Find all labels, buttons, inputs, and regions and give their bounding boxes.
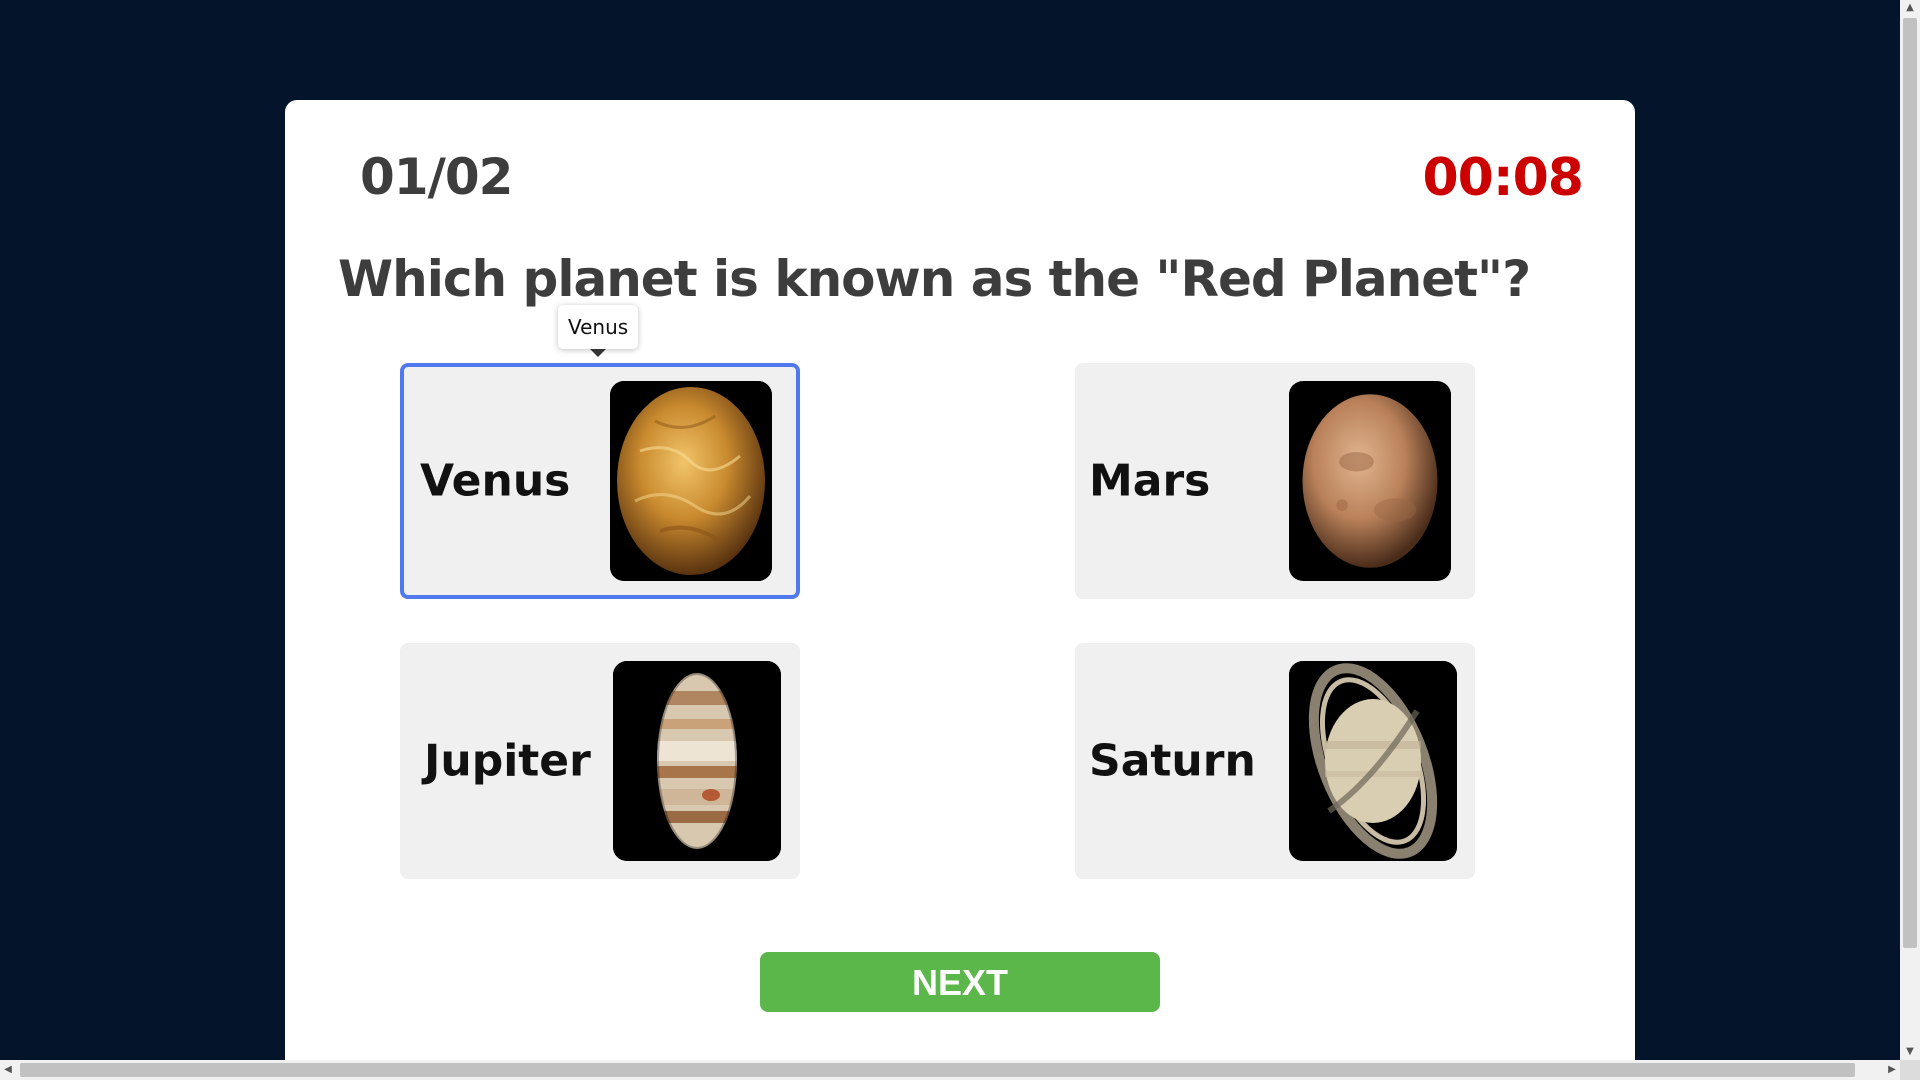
mars-planet-image bbox=[1289, 381, 1451, 581]
venus-planet-image bbox=[610, 381, 772, 581]
scroll-left-icon[interactable]: ◀ bbox=[0, 1060, 16, 1080]
option-label: Venus bbox=[420, 455, 571, 507]
scroll-down-icon[interactable]: ▼ bbox=[1900, 1044, 1920, 1060]
vertical-scroll-thumb[interactable] bbox=[1903, 18, 1917, 948]
scrollbar-corner bbox=[1900, 1060, 1920, 1080]
tooltip-text: Venus bbox=[568, 315, 629, 339]
option-jupiter[interactable]: Jupiter bbox=[400, 643, 800, 879]
scroll-right-icon[interactable]: ▶ bbox=[1884, 1060, 1900, 1080]
page-viewport: 01/02 00:08 Which planet is known as the… bbox=[0, 0, 1900, 1060]
option-tooltip: Venus bbox=[558, 305, 639, 357]
scroll-up-icon[interactable]: ▲ bbox=[1900, 0, 1920, 16]
quiz-card: 01/02 00:08 Which planet is known as the… bbox=[285, 100, 1635, 1060]
next-button[interactable]: NEXT bbox=[760, 952, 1160, 1012]
question-text: Which planet is known as the "Red Planet… bbox=[338, 250, 1531, 308]
vertical-scrollbar[interactable]: ▲ ▼ bbox=[1900, 0, 1920, 1060]
tooltip-arrow-icon bbox=[590, 349, 607, 357]
countdown-timer: 00:08 bbox=[1422, 148, 1584, 208]
option-label: Mars bbox=[1089, 455, 1211, 507]
option-mars[interactable]: Mars bbox=[1075, 363, 1475, 599]
question-counter: 01/02 bbox=[360, 148, 513, 206]
option-label: Jupiter bbox=[424, 735, 591, 787]
option-venus[interactable]: Venus bbox=[400, 363, 800, 599]
horizontal-scroll-thumb[interactable] bbox=[20, 1063, 1855, 1077]
saturn-planet-image bbox=[1289, 661, 1457, 861]
option-saturn[interactable]: Saturn bbox=[1075, 643, 1475, 879]
option-label: Saturn bbox=[1089, 735, 1256, 787]
jupiter-planet-image bbox=[613, 661, 781, 861]
horizontal-scrollbar[interactable]: ◀ ▶ bbox=[0, 1060, 1900, 1080]
